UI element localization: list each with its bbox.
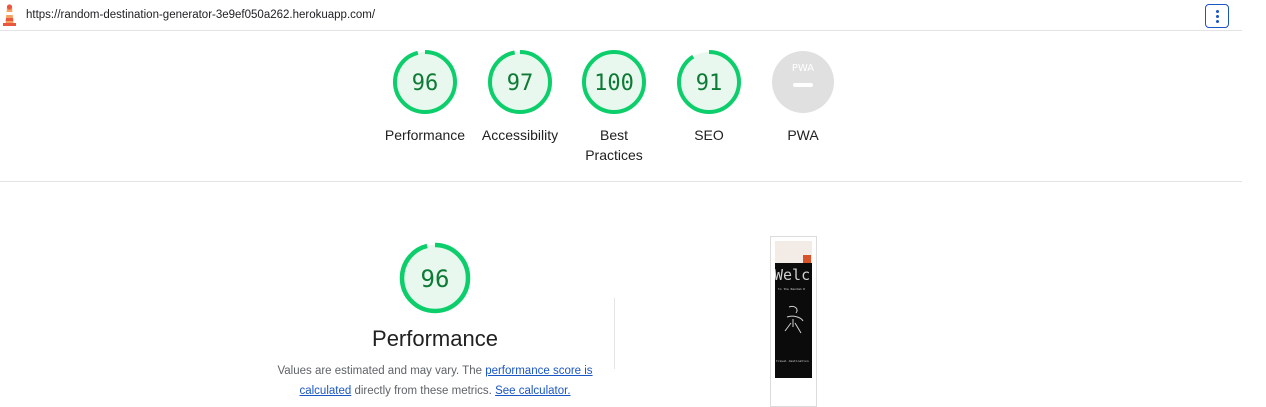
lighthouse-icon: [3, 4, 16, 26]
screenshot-footer-text: travel destination: [776, 359, 809, 363]
kebab-menu-button[interactable]: [1205, 4, 1229, 28]
score-ring: 97: [488, 50, 552, 114]
gauge-accessibility[interactable]: 97 Accessibility: [474, 49, 566, 145]
score-ring: 96: [393, 50, 457, 114]
gauge-label: Best Practices: [585, 127, 643, 163]
gauge-performance[interactable]: 96 Performance: [379, 49, 471, 145]
desc-text: Values are estimated and may vary. The: [277, 365, 486, 377]
score-ring: 100: [582, 50, 646, 114]
score-value: 96: [421, 265, 450, 293]
gauge-label: PWA: [787, 127, 819, 143]
pwa-badge-text: PWA: [792, 63, 814, 74]
screenshot-illustration: [784, 306, 804, 334]
score-value: 97: [507, 71, 534, 96]
dot-icon: [1215, 15, 1219, 18]
score-value: 100: [594, 71, 634, 96]
screenshot-heading: Welc: [775, 266, 811, 284]
gauge-label: Performance: [384, 127, 466, 143]
screenshot-subtext: to the Random D: [778, 287, 806, 291]
gauge-label: SEO: [694, 127, 724, 143]
gauge-pwa[interactable]: PWA PWA: [757, 49, 849, 145]
performance-score-gauge: 96: [399, 242, 471, 314]
score-value: 91: [696, 71, 723, 96]
final-screenshot-thumbnail[interactable]: Welc to the Random D travel destination: [770, 236, 817, 407]
vertical-divider: [614, 298, 615, 369]
score-ring: 91: [677, 50, 741, 114]
page-url: https://random-destination-generator-3e9…: [26, 9, 376, 21]
dot-icon: [1215, 20, 1219, 23]
pwa-badge-icon: PWA: [772, 51, 834, 113]
gauge-best-practices[interactable]: 100 Best Practices: [568, 49, 660, 165]
desc-text: directly from these metrics.: [351, 385, 496, 397]
screenshot-image: Welc to the Random D travel destination: [775, 241, 812, 378]
url-bar: https://random-destination-generator-3e9…: [0, 0, 1242, 31]
gauge-label: Accessibility: [481, 127, 559, 143]
screenshot-hero: Welc to the Random D travel destination: [775, 263, 812, 378]
section-description: Values are estimated and may vary. The p…: [272, 361, 598, 401]
score-value: 96: [412, 71, 439, 96]
see-calculator-link[interactable]: See calculator.: [495, 385, 570, 397]
screenshot-button-shape: [803, 255, 811, 263]
section-title: Performance: [372, 326, 498, 351]
gauge-seo[interactable]: 91 SEO: [663, 49, 755, 145]
dot-icon: [1215, 10, 1219, 13]
section-divider: [0, 181, 1242, 182]
